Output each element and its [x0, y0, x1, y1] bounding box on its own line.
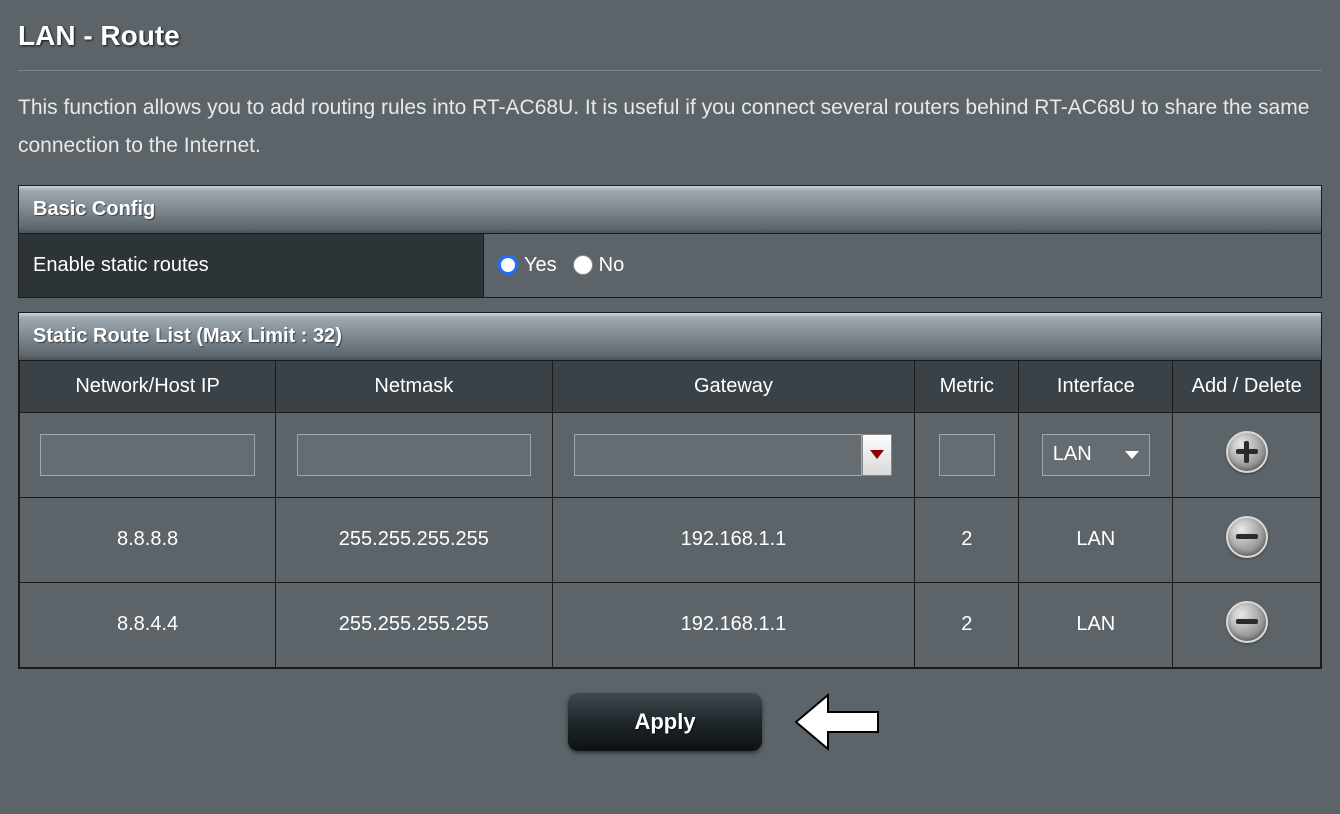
chevron-down-icon — [1125, 451, 1139, 459]
col-header-action: Add / Delete — [1173, 360, 1321, 412]
new-gateway-input[interactable] — [574, 434, 862, 476]
arrow-left-icon — [792, 687, 882, 757]
route-interface: LAN — [1019, 497, 1173, 582]
add-route-button[interactable] — [1226, 431, 1268, 473]
new-interface-value: LAN — [1053, 443, 1092, 466]
new-gateway-wrap — [574, 434, 892, 476]
radio-yes[interactable]: Yes — [498, 254, 557, 277]
gateway-dropdown-button[interactable] — [862, 434, 892, 476]
route-ip: 8.8.4.4 — [20, 582, 276, 667]
radio-no-icon — [573, 255, 593, 275]
radio-yes-label: Yes — [524, 254, 557, 277]
minus-icon — [1236, 534, 1258, 539]
col-header-ip: Network/Host IP — [20, 360, 276, 412]
table-header-row: Network/Host IP Netmask Gateway Metric I… — [20, 360, 1321, 412]
radio-no[interactable]: No — [573, 254, 625, 277]
new-route-row: LAN — [20, 412, 1321, 497]
enable-static-routes-value: Yes No — [484, 234, 1321, 297]
page-title: LAN - Route — [18, 20, 1322, 71]
apply-button[interactable]: Apply — [568, 693, 761, 751]
new-ip-input[interactable] — [40, 434, 255, 476]
new-interface-select[interactable]: LAN — [1042, 434, 1150, 476]
route-gateway: 192.168.1.1 — [552, 497, 915, 582]
route-gateway: 192.168.1.1 — [552, 582, 915, 667]
route-netmask: 255.255.255.255 — [276, 497, 552, 582]
delete-route-button[interactable] — [1226, 601, 1268, 643]
radio-no-label: No — [599, 254, 625, 277]
basic-config-panel: Basic Config Enable static routes Yes No — [18, 185, 1322, 298]
static-route-list-header: Static Route List (Max Limit : 32) — [19, 313, 1321, 360]
minus-icon — [1236, 619, 1258, 624]
col-header-metric: Metric — [915, 360, 1019, 412]
col-header-gateway: Gateway — [552, 360, 915, 412]
static-route-table: Network/Host IP Netmask Gateway Metric I… — [19, 360, 1321, 668]
dropdown-arrow-icon — [870, 450, 884, 459]
route-netmask: 255.255.255.255 — [276, 582, 552, 667]
plus-icon — [1244, 441, 1249, 463]
enable-static-routes-row: Enable static routes Yes No — [19, 233, 1321, 297]
col-header-netmask: Netmask — [276, 360, 552, 412]
table-row: 8.8.4.4 255.255.255.255 192.168.1.1 2 LA… — [20, 582, 1321, 667]
route-interface: LAN — [1019, 582, 1173, 667]
table-row: 8.8.8.8 255.255.255.255 192.168.1.1 2 LA… — [20, 497, 1321, 582]
basic-config-header: Basic Config — [19, 186, 1321, 233]
route-metric: 2 — [915, 582, 1019, 667]
route-ip: 8.8.8.8 — [20, 497, 276, 582]
radio-yes-icon — [498, 255, 518, 275]
col-header-interface: Interface — [1019, 360, 1173, 412]
new-netmask-input[interactable] — [297, 434, 530, 476]
route-metric: 2 — [915, 497, 1019, 582]
enable-static-routes-label: Enable static routes — [19, 234, 484, 297]
static-route-list-panel: Static Route List (Max Limit : 32) Netwo… — [18, 312, 1322, 669]
new-metric-input[interactable] — [939, 434, 995, 476]
apply-row: Apply — [18, 687, 1322, 757]
delete-route-button[interactable] — [1226, 516, 1268, 558]
page-description: This function allows you to add routing … — [18, 89, 1322, 165]
